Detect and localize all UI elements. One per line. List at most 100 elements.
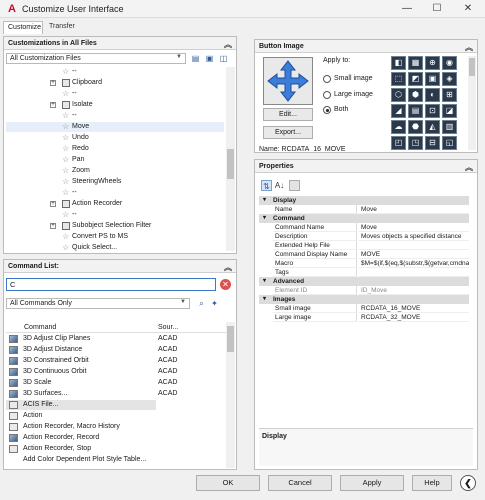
list-item-highlighted[interactable]: ACIS File... — [6, 400, 156, 410]
list-item[interactable]: 3D Adjust Distance ACAD — [6, 345, 226, 355]
action-recorder-icon — [62, 200, 70, 208]
save-icon[interactable]: ▣ — [204, 53, 215, 64]
category-display[interactable]: ▾ Display — [259, 196, 469, 205]
scroll-thumb[interactable] — [227, 326, 234, 352]
both-radio[interactable] — [323, 106, 331, 114]
property-row[interactable]: Name Move — [259, 205, 469, 214]
collapse-caret-icon[interactable]: ▾ — [263, 277, 266, 286]
category-command[interactable]: ▾ Command — [259, 214, 469, 223]
collapse-icon[interactable]: ︽ — [224, 39, 232, 50]
alphabetical-sort-icon[interactable]: A↓ — [274, 180, 285, 191]
property-row[interactable]: Description Moves objects a specified dis… — [259, 232, 469, 241]
image-tile[interactable]: ⊞ — [442, 88, 457, 102]
ok-button[interactable]: OK — [196, 475, 260, 491]
large-image-radio[interactable] — [323, 91, 331, 99]
collapse-caret-icon[interactable]: ▾ — [263, 196, 266, 205]
maximize-button[interactable]: ☐ — [424, 1, 450, 17]
collapse-caret-icon[interactable]: ▾ — [263, 214, 266, 223]
image-tile[interactable]: ◉ — [442, 56, 457, 70]
export-button[interactable]: Export... — [263, 126, 313, 139]
customization-files-dropdown[interactable]: All Customization Files ▼ — [6, 53, 186, 64]
list-item[interactable]: Action Recorder, Record — [6, 433, 226, 443]
category-advanced[interactable]: ▾ Advanced — [259, 277, 469, 286]
image-tile[interactable]: ◢ — [391, 104, 406, 118]
collapse-panes-icon[interactable]: ❮ — [460, 475, 476, 491]
image-tile[interactable]: ◪ — [442, 104, 457, 118]
list-item[interactable]: Add Color Dependent Plot Style Table... — [6, 455, 226, 465]
expand-icon[interactable]: + — [50, 223, 56, 229]
tree-item-selected[interactable]: ☆ Move — [6, 122, 224, 132]
image-tile[interactable]: ◧ — [391, 56, 406, 70]
expand-icon[interactable]: + — [50, 80, 56, 86]
column-command[interactable]: Command — [24, 324, 56, 331]
cancel-button[interactable]: Cancel — [268, 475, 332, 491]
image-tile[interactable]: ▣ — [425, 72, 440, 86]
image-tile[interactable]: ⊟ — [425, 136, 440, 150]
image-tile[interactable]: ◩ — [408, 72, 423, 86]
list-item[interactable]: 3D Surfaces... ACAD — [6, 389, 226, 399]
image-tile[interactable]: ⬡ — [391, 88, 406, 102]
property-row[interactable]: Small image RCDATA_16_MOVE — [259, 304, 469, 313]
image-tile[interactable]: ⊕ — [425, 56, 440, 70]
scroll-thumb[interactable] — [227, 149, 234, 179]
collapse-icon[interactable]: ︽ — [465, 42, 473, 53]
expand-icon[interactable]: + — [50, 102, 56, 108]
scroll-thumb[interactable] — [469, 58, 475, 76]
open-file-icon[interactable]: ▤ — [190, 53, 201, 64]
list-item[interactable]: 3D Continuous Orbit ACAD — [6, 367, 226, 377]
column-source[interactable]: Sour... — [158, 324, 178, 331]
tab-customize[interactable]: Customize — [3, 21, 43, 34]
image-tile[interactable]: ⊡ — [425, 104, 440, 118]
image-tile[interactable]: ◈ — [442, 72, 457, 86]
property-row[interactable]: Extended Help File — [259, 241, 469, 250]
minimize-button[interactable]: — — [394, 1, 420, 17]
preview-icon[interactable]: ◫ — [218, 53, 229, 64]
list-item[interactable]: 3D Scale ACAD — [6, 378, 226, 388]
close-button[interactable]: ✕ — [455, 1, 481, 17]
image-tile[interactable]: ◱ — [442, 136, 457, 150]
property-row[interactable]: Element ID ID_Move — [259, 286, 469, 295]
category-images[interactable]: ▾ Images — [259, 295, 469, 304]
list-item[interactable]: Action — [6, 411, 226, 421]
categorized-sort-icon[interactable]: ⇅ — [261, 180, 272, 191]
collapse-icon[interactable]: ︽ — [465, 162, 473, 173]
tab-transfer[interactable]: Transfer — [45, 21, 81, 34]
image-tile[interactable]: ◰ — [391, 136, 406, 150]
edit-button[interactable]: Edit... — [263, 108, 313, 121]
property-row[interactable]: Macro $M=$(if,$(eq,$(substr,$(getvar,cmdn… — [259, 259, 469, 268]
properties-panel: Properties ︽ ⇅ A↓ ▾ Display Name Move ▾ Com… — [254, 159, 478, 470]
image-tile[interactable]: ⬚ — [391, 72, 406, 86]
property-row[interactable]: Command Display Name MOVE — [259, 250, 469, 259]
image-tile[interactable]: ◳ — [408, 136, 423, 150]
property-row[interactable]: Command Name Move — [259, 223, 469, 232]
gallery-scrollbar[interactable] — [468, 56, 476, 150]
list-item[interactable]: 3D Constrained Orbit ACAD — [6, 356, 226, 366]
list-item[interactable]: 3D Adjust Clip Planes ACAD — [6, 334, 226, 344]
list-item[interactable]: Action Recorder, Stop — [6, 444, 226, 454]
image-tile[interactable]: ▦ — [408, 56, 423, 70]
collapse-caret-icon[interactable]: ▾ — [263, 295, 266, 304]
small-image-radio[interactable] — [323, 75, 331, 83]
image-tile[interactable]: ⬣ — [408, 120, 423, 134]
list-item[interactable]: Action Recorder, Macro History — [6, 422, 226, 432]
image-tile[interactable]: ◐ — [425, 88, 440, 102]
command-filter-dropdown[interactable]: All Commands Only ▼ — [6, 298, 190, 309]
property-pages-icon[interactable] — [289, 180, 300, 191]
find-replace-icon[interactable]: ⌕ — [196, 298, 207, 309]
expand-icon[interactable]: + — [50, 201, 56, 207]
help-button[interactable]: Help — [412, 475, 452, 491]
command-list-scrollbar[interactable] — [226, 322, 235, 468]
property-row[interactable]: Large image RCDATA_32_MOVE — [259, 313, 469, 322]
image-tile[interactable]: ◭ — [425, 120, 440, 134]
command-search-input[interactable]: C — [6, 278, 216, 291]
property-row[interactable]: Tags — [259, 268, 469, 277]
apply-button[interactable]: Apply — [340, 475, 404, 491]
new-command-icon[interactable]: ✦ — [209, 298, 220, 309]
collapse-icon[interactable]: ︽ — [224, 262, 232, 273]
tree-scrollbar[interactable] — [226, 67, 235, 251]
clear-search-icon[interactable]: ✕ — [220, 279, 231, 290]
image-tile[interactable]: ▤ — [408, 104, 423, 118]
image-tile[interactable]: ▥ — [442, 120, 457, 134]
image-tile[interactable]: ⬢ — [408, 88, 423, 102]
image-tile[interactable]: ☁ — [391, 120, 406, 134]
